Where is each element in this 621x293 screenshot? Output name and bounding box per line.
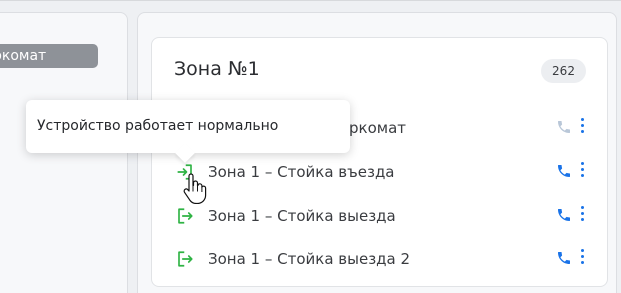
status-tooltip: Устройство работает нормально — [26, 100, 350, 153]
zone-count-badge: 262 — [541, 59, 586, 83]
more-vertical-icon[interactable] — [579, 206, 585, 224]
hand-cursor-icon — [183, 173, 207, 204]
device-row[interactable]: Зона 1 – Стойка выезда 2 — [172, 244, 592, 274]
left-panel-badge[interactable]: ркомат — [0, 44, 98, 68]
phone-icon[interactable] — [556, 163, 572, 179]
device-name: Зона 1 – Стойка выезда — [208, 207, 396, 225]
device-row[interactable]: Зона 1 – Стойка выезда — [172, 201, 592, 231]
device-name: ркомат — [349, 119, 407, 137]
zone-card: Зона №1 262 ркомат Зона 1 – Стойка въезд… — [151, 37, 608, 287]
phone-icon[interactable] — [556, 250, 572, 266]
more-vertical-icon[interactable] — [579, 118, 585, 136]
phone-icon[interactable] — [556, 119, 572, 135]
more-vertical-icon[interactable] — [579, 249, 585, 267]
more-vertical-icon[interactable] — [579, 162, 585, 180]
device-name: Зона 1 – Стойка выезда 2 — [208, 250, 411, 268]
phone-icon[interactable] — [556, 207, 572, 223]
device-row[interactable]: Зона 1 – Стойка въезда — [172, 157, 592, 187]
exit-icon — [178, 251, 193, 267]
device-name: Зона 1 – Стойка въезда — [208, 163, 395, 181]
zone-title: Зона №1 — [174, 58, 260, 80]
exit-icon — [178, 208, 193, 224]
